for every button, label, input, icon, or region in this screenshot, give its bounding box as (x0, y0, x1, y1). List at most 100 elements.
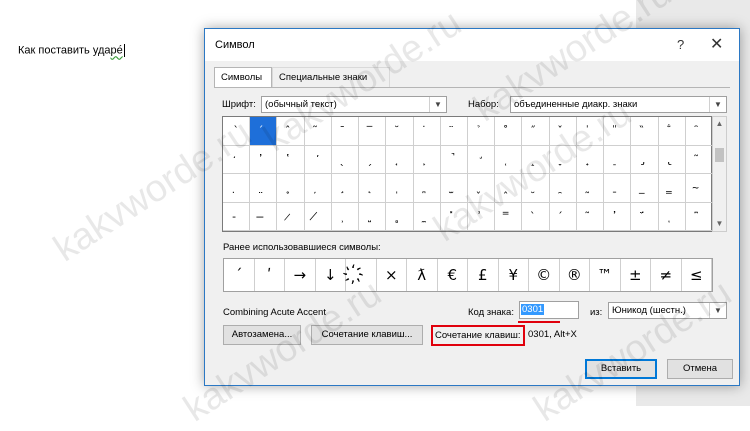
symbol-cell[interactable]: ͅ (658, 202, 686, 231)
symbol-cell[interactable]: ̂ (277, 117, 305, 146)
symbol-cell[interactable]: ̐ (658, 117, 686, 146)
recent-symbol-cell[interactable]: ≠ (651, 259, 682, 291)
symbol-cell[interactable]: ̯ (549, 174, 577, 203)
symbol-cell[interactable]: ́ (250, 117, 278, 146)
symbol-cell[interactable]: ̶ (250, 202, 278, 231)
font-select[interactable]: (обычный текст) ▼ (261, 96, 447, 113)
symbol-cell[interactable]: ̀ (522, 202, 550, 231)
symbol-cell[interactable]: ̵ (223, 202, 251, 231)
symbol-cell[interactable]: ̻ (386, 202, 414, 231)
recent-symbol-cell[interactable]: ƛ (407, 259, 438, 291)
shortcut-key-button[interactable]: Сочетание клавиш... (311, 325, 423, 345)
symbol-cell[interactable]: ̆ (386, 117, 414, 146)
symbol-cell[interactable]: ̱ (604, 174, 632, 203)
symbol-cell[interactable]: ̒ (223, 145, 251, 174)
recent-symbol-cell[interactable]: € (438, 259, 468, 291)
symbol-cell[interactable]: ̓ (604, 202, 632, 231)
symbol-cell[interactable]: ̝ (522, 145, 550, 174)
autocorrect-button[interactable]: Автозамена... (223, 325, 301, 345)
tab-symbols[interactable]: Символы (214, 67, 272, 88)
symbol-cell[interactable]: ̾ (467, 202, 496, 231)
symbol-cell[interactable]: ̽ (440, 202, 468, 231)
recent-symbol-cell[interactable]: © (529, 259, 560, 291)
scroll-thumb[interactable] (715, 148, 724, 162)
recent-symbol-cell[interactable]: ≤ (682, 259, 712, 291)
symbol-cell[interactable]: ̴ (685, 174, 713, 203)
symbol-cell[interactable]: ̫ (440, 174, 468, 203)
symbol-cell[interactable]: ̏ (631, 117, 659, 146)
symbol-cell[interactable]: ̓ (250, 145, 278, 174)
symbol-cell[interactable]: ̜ (495, 145, 523, 174)
symbol-cell[interactable]: ̢ (658, 145, 686, 174)
symbol-cell[interactable]: ̚ (440, 145, 468, 174)
tab-special-characters[interactable]: Специальные знаки (272, 67, 390, 87)
encoding-select[interactable]: Юникод (шестн.) ▼ (608, 302, 727, 319)
recent-symbol-cell[interactable]: ↓ (316, 259, 346, 291)
symbol-cell[interactable]: ̡ (631, 145, 659, 174)
document-text[interactable]: Как поставить ударе́ (18, 44, 125, 57)
symbol-cell[interactable]: ̃ (304, 117, 332, 146)
symbol-cell[interactable]: ̼ (413, 202, 441, 231)
symbol-cell[interactable]: ̭ (495, 174, 523, 203)
recent-symbol-cell[interactable]: × (377, 259, 407, 291)
symbol-cell[interactable]: ̅ (359, 117, 387, 146)
symbol-cell[interactable]: ̛ (467, 145, 496, 174)
symbol-cell[interactable]: ̹ (331, 202, 360, 231)
symbol-cell[interactable]: ̠ (604, 145, 632, 174)
symbol-cell[interactable]: ̋ (522, 117, 550, 146)
symbol-cell[interactable]: ̟ (576, 145, 605, 174)
symbol-cell[interactable]: ̎ (604, 117, 632, 146)
close-button[interactable]: ✕ (710, 34, 723, 54)
symbol-cell[interactable]: ̣ (223, 174, 251, 203)
symbol-cell[interactable]: ͆ (685, 202, 713, 231)
symbol-cell[interactable]: ̔ (277, 145, 305, 174)
help-button[interactable]: ? (677, 37, 684, 52)
symbol-cell[interactable]: ̄ (331, 117, 360, 146)
symbol-cell[interactable]: ̸ (304, 202, 332, 231)
symbol-cell[interactable]: ̦ (304, 174, 332, 203)
symbol-cell[interactable]: ̞ (549, 145, 577, 174)
symbol-cell[interactable]: ̉ (467, 117, 496, 146)
symbol-cell[interactable]: ̰ (576, 174, 605, 203)
symbol-cell[interactable]: ̷ (277, 202, 305, 231)
insert-button[interactable]: Вставить (585, 359, 657, 379)
symbol-cell[interactable]: ̖ (331, 145, 360, 174)
symbol-cell[interactable]: ̲ (631, 174, 659, 203)
symbol-cell[interactable]: ̨ (359, 174, 387, 203)
symbol-cell[interactable]: ̑ (685, 117, 713, 146)
symbol-cell[interactable]: ̃ (685, 145, 713, 174)
recent-symbol-cell[interactable]: ™ (590, 259, 621, 291)
chevron-down-icon[interactable]: ▼ (709, 97, 726, 112)
symbol-cell[interactable]: ̊ (495, 117, 523, 146)
chevron-down-icon[interactable]: ▼ (709, 303, 726, 318)
symbol-cell[interactable]: ̍ (576, 117, 605, 146)
recent-symbol-cell[interactable]: ® (560, 259, 590, 291)
recent-symbol-cell[interactable]: ˊ (224, 259, 255, 291)
recent-symbol-cell[interactable]: ҉ (346, 259, 377, 291)
recent-symbol-cell[interactable]: £ (468, 259, 499, 291)
recent-symbol-cell[interactable]: → (285, 259, 316, 291)
symbol-cell[interactable]: ̤ (250, 174, 278, 203)
symbol-cell[interactable]: ̕ (304, 145, 332, 174)
symbol-cell[interactable]: ͂ (576, 202, 605, 231)
chevron-down-icon[interactable]: ▼ (429, 97, 446, 112)
symbol-cell[interactable]: ̬ (467, 174, 496, 203)
symbol-cell[interactable]: ̇ (413, 117, 441, 146)
symbol-cell[interactable]: ̈ (440, 117, 468, 146)
symbol-cell[interactable]: ̌ (549, 117, 577, 146)
character-code-input[interactable]: 0301 (519, 301, 579, 319)
symbol-cell[interactable]: ̳ (658, 174, 686, 203)
symbol-cell[interactable]: ́ (549, 202, 577, 231)
symbol-cell[interactable]: ̿ (495, 202, 523, 231)
symbol-cell[interactable]: ˋ (223, 117, 251, 146)
symbol-grid-scrollbar[interactable]: ▲ ▼ (712, 116, 727, 232)
symbol-cell[interactable]: ̥ (277, 174, 305, 203)
symbol-cell[interactable]: ̮ (522, 174, 550, 203)
cancel-button[interactable]: Отмена (667, 359, 733, 379)
subset-select[interactable]: объединенные диакр. знаки ▼ (510, 96, 727, 113)
symbol-cell[interactable]: ̧ (331, 174, 360, 203)
recent-symbol-cell[interactable]: ± (621, 259, 651, 291)
symbol-cell[interactable]: ̪ (413, 174, 441, 203)
symbol-cell[interactable]: ̘ (386, 145, 414, 174)
symbol-cell[interactable]: ̩ (386, 174, 414, 203)
